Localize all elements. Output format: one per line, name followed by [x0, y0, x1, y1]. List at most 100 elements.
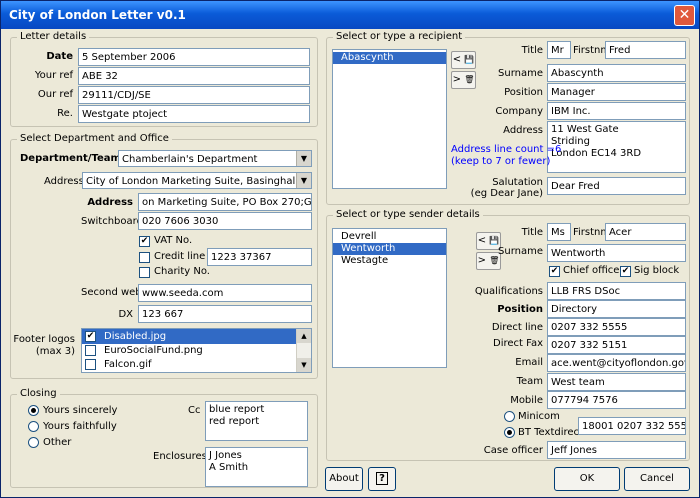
recipient-delete-button[interactable]: > 🗑 [451, 71, 476, 89]
second-web-input[interactable]: www.seeda.com [138, 284, 312, 302]
minicom-label: Minicom [518, 411, 560, 422]
recipient-title-input[interactable]: Mr [547, 41, 571, 59]
scroll-down-icon[interactable]: ▼ [297, 358, 311, 372]
sender-surname-label: Surname [498, 246, 543, 257]
email-input[interactable]: ace.went@cityoflondon.gov.uk [547, 354, 686, 372]
cc-input[interactable]: blue report red report [205, 401, 308, 441]
credit-input[interactable]: 1223 37367 [207, 248, 312, 266]
re-label: Re. [57, 108, 73, 119]
email-label: Email [515, 357, 543, 368]
dx-input[interactable]: 123 667 [138, 305, 312, 323]
sig-block-label: Sig block [634, 265, 680, 276]
logos-scrollbar[interactable]: ▲ ▼ [296, 329, 311, 372]
re-input[interactable]: Westgate ptoject [78, 105, 310, 123]
chief-officer-checkbox[interactable]: ✔ [549, 266, 560, 277]
enclosures-label: Enclosures [153, 451, 207, 462]
sender-title-label: Title [521, 227, 543, 238]
sender-legend: Select or type sender details [333, 209, 483, 221]
logo-item-disabled[interactable]: ✔ Disabled.jpg [82, 329, 311, 344]
chevron-down-icon[interactable]: ▼ [296, 151, 311, 166]
sender-position-input[interactable]: Directory [547, 300, 686, 318]
direct-fax-input[interactable]: 0207 332 5151 [547, 336, 686, 354]
other-radio[interactable] [28, 437, 39, 448]
yourref-label: Your ref [34, 70, 73, 81]
logo-checkbox[interactable] [85, 359, 96, 370]
switchboard-input[interactable]: 020 7606 3030 [138, 212, 312, 230]
case-officer-label: Case officer [483, 445, 543, 456]
recipient-save-button[interactable]: < 💾 [451, 51, 476, 69]
direct-line-label: Direct line [491, 322, 543, 333]
address-input[interactable]: on Marketing Suite, PO Box 270;Guildhall… [138, 193, 312, 211]
recipient-company-input[interactable]: IBM Inc. [547, 102, 686, 120]
recipient-surname-input[interactable]: Abascynth [547, 64, 686, 82]
case-officer-input[interactable]: Jeff Jones [547, 441, 686, 459]
about-button[interactable]: About [325, 467, 363, 491]
enclosures-input[interactable]: J Jones A Smith [205, 447, 308, 487]
yours-sincerely-radio[interactable] [28, 405, 39, 416]
close-button[interactable]: ✕ [674, 5, 695, 26]
address-label: Address [87, 197, 133, 208]
recipient-company-label: Company [495, 106, 543, 117]
recipient-address-input[interactable]: 11 West Gate Striding London EC14 3RD [547, 121, 686, 173]
recipient-position-input[interactable]: Manager [547, 83, 686, 101]
sender-position-label: Position [497, 304, 543, 315]
logo-checkbox[interactable]: ✔ [85, 331, 96, 342]
department-legend: Select Department and Office [17, 133, 172, 145]
cancel-button[interactable]: Cancel [624, 467, 690, 491]
letter-window: City of London Letter v0.1 ✕ Letter deta… [0, 0, 700, 498]
logo-item-eurosocialfund[interactable]: EuroSocialFund.png [82, 344, 311, 358]
ourref-input[interactable]: 29111/CDJ/SE [78, 86, 310, 104]
recipient-address-label: Address [503, 125, 543, 136]
logo-item-falcon[interactable]: Falcon.gif [82, 358, 311, 372]
recipient-list[interactable]: Abascynth [332, 49, 447, 189]
mobile-input[interactable]: 077794 7576 [547, 391, 686, 409]
scroll-up-icon[interactable]: ▲ [297, 329, 311, 343]
logo-name: Disabled.jpg [104, 331, 167, 342]
recipient-item[interactable]: Abascynth [333, 52, 446, 64]
charity-label: Charity No. [154, 266, 210, 277]
sig-block-checkbox[interactable]: ✔ [620, 266, 631, 277]
recipient-firstnm-input[interactable]: Fred [605, 41, 686, 59]
yours-faithfully-radio[interactable] [28, 421, 39, 432]
recipient-position-label: Position [504, 87, 543, 98]
address-count-line2: (keep to 7 or fewer) [451, 156, 551, 167]
charity-checkbox[interactable] [139, 267, 150, 278]
sender-item[interactable]: Wentworth [333, 243, 446, 255]
logo-name: Falcon.gif [104, 359, 152, 370]
recipient-title-label: Title [521, 45, 543, 56]
direct-line-input[interactable]: 0207 332 5555 [547, 318, 686, 336]
textphone-input[interactable]: 18001 0207 332 5555 [578, 417, 686, 435]
date-input[interactable]: 5 September 2006 [78, 48, 310, 66]
salutation-input[interactable]: Dear Fred [547, 177, 686, 195]
chevron-down-icon[interactable]: ▼ [296, 173, 311, 188]
department-team-value: Chamberlain's Department [122, 154, 258, 165]
department-team-select[interactable]: Chamberlain's Department ▼ [118, 150, 312, 167]
minicom-radio[interactable] [504, 411, 515, 422]
credit-label: Credit line [154, 251, 206, 262]
sender-list[interactable]: Devrell Wentworth Westagte [332, 228, 447, 368]
sender-surname-input[interactable]: Wentworth [547, 244, 686, 262]
trash-icon: 🗑 [464, 75, 475, 84]
office-address-select[interactable]: City of London Marketing Suite, Basingha… [82, 172, 312, 189]
footer-logos-list[interactable]: ✔ Disabled.jpg EuroSocialFund.png Falcon.… [81, 328, 312, 373]
sender-firstnm-input[interactable]: Acer [605, 223, 686, 241]
sender-title-input[interactable]: Ms [547, 223, 571, 241]
logo-checkbox[interactable] [85, 345, 96, 356]
right-arrow-icon: > [452, 74, 462, 85]
credit-checkbox[interactable] [139, 252, 150, 263]
yourref-input[interactable]: ABE 32 [78, 67, 310, 85]
qualifications-label: Qualifications [474, 286, 543, 297]
sender-item[interactable]: Westagte [333, 255, 446, 267]
yours-faithfully-label: Yours faithfully [43, 421, 117, 432]
help-button[interactable]: ? [368, 467, 396, 491]
switchboard-label: Switchboard [81, 216, 143, 227]
ok-button[interactable]: OK [554, 467, 620, 491]
bt-textdirect-radio[interactable] [504, 427, 515, 438]
dx-label: DX [118, 309, 133, 320]
sender-item[interactable]: Devrell [333, 231, 446, 243]
left-arrow-icon: < [477, 235, 487, 246]
salutation-example: (eg Dear Jane) [470, 188, 543, 199]
team-input[interactable]: West team [547, 373, 686, 391]
vat-checkbox[interactable]: ✔ [139, 236, 150, 247]
qualifications-input[interactable]: LLB FRS DSoc [547, 282, 686, 300]
